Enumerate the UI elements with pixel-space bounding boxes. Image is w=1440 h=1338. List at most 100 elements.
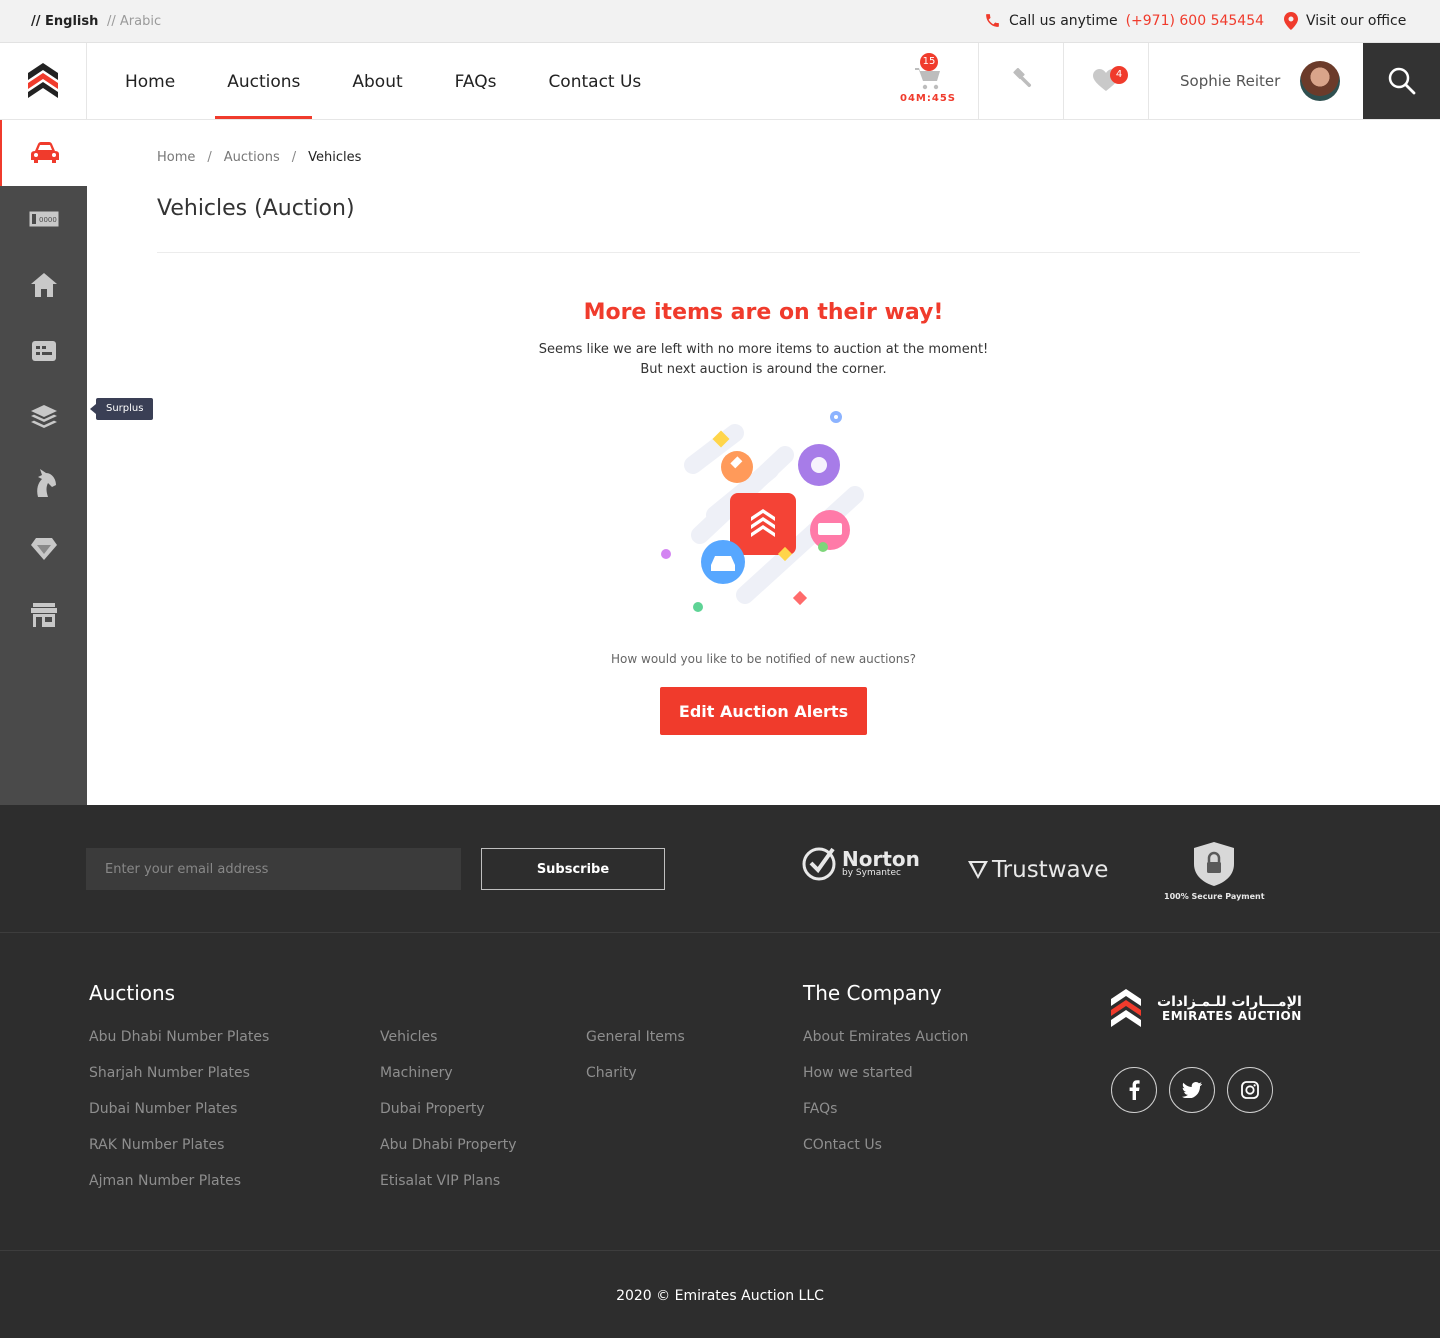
car-icon <box>30 142 59 163</box>
sidebar-item-vip-plans[interactable] <box>0 318 87 384</box>
breadcrumb-separator: / <box>291 150 297 165</box>
norton-name: Norton <box>842 846 920 871</box>
sidebar-item-surplus[interactable] <box>0 384 87 450</box>
breadcrumb-current: Vehicles <box>308 150 362 165</box>
store-icon <box>30 603 57 627</box>
shield-lock-icon <box>1194 842 1235 886</box>
footer-company-heading: The Company <box>803 981 942 1005</box>
svg-text:0000: 0000 <box>39 216 57 224</box>
footer-auctions-column: General Items Charity <box>586 1027 685 1099</box>
lang-arabic-link[interactable]: // Arabic <box>107 14 161 29</box>
footer-link[interactable]: Ajman Number Plates <box>89 1171 269 1207</box>
cart-timer: 04M:45S <box>900 92 956 104</box>
location-pin-icon <box>1284 12 1298 30</box>
breadcrumb-home[interactable]: Home <box>157 150 195 165</box>
vip-plans-icon <box>31 341 56 361</box>
favorites-button[interactable]: 4 <box>1063 43 1148 119</box>
search-icon <box>1388 67 1415 95</box>
facebook-icon <box>1129 1080 1140 1100</box>
nav-about[interactable]: About <box>352 43 402 119</box>
subscribe-button[interactable]: Subscribe <box>481 848 665 890</box>
sidebar-item-number-plates[interactable]: 0000 <box>0 186 87 252</box>
sidebar-item-jewelry[interactable] <box>0 516 87 582</box>
call-label: Call us anytime <box>1009 12 1118 29</box>
empty-state-text: Seems like we are left with no more item… <box>538 342 989 357</box>
sidebar-item-horses[interactable] <box>0 450 87 516</box>
secure-payment-label: 100% Secure Payment <box>1164 892 1265 901</box>
footer-link[interactable]: Machinery <box>380 1063 517 1099</box>
title-divider <box>157 252 1360 253</box>
visit-label: Visit our office <box>1306 13 1407 29</box>
nav-contact-us[interactable]: Contact Us <box>548 43 641 119</box>
main-header: Home Auctions About FAQs Contact Us 15 0… <box>0 43 1440 120</box>
footer-link[interactable]: FAQs <box>803 1099 968 1135</box>
call-number[interactable]: (+971) 600 545454 <box>1126 13 1264 29</box>
nav-faqs[interactable]: FAQs <box>455 43 497 119</box>
instagram-icon <box>1241 1081 1259 1099</box>
footer-link[interactable]: Abu Dhabi Property <box>380 1135 517 1171</box>
footer-link[interactable]: About Emirates Auction <box>803 1027 968 1063</box>
footer-link[interactable]: RAK Number Plates <box>89 1135 269 1171</box>
nav-home[interactable]: Home <box>125 43 175 119</box>
footer-link[interactable]: Abu Dhabi Number Plates <box>89 1027 269 1063</box>
footer-auctions-column: Vehicles Machinery Dubai Property Abu Dh… <box>380 1027 517 1207</box>
emirates-auction-logo-icon <box>1111 989 1141 1027</box>
empty-state-title: More items are on their way! <box>583 300 944 325</box>
footer-link[interactable]: Sharjah Number Plates <box>89 1063 269 1099</box>
footer-divider <box>0 1250 1440 1251</box>
facebook-link[interactable] <box>1111 1067 1157 1113</box>
edit-auction-alerts-button[interactable]: Edit Auction Alerts <box>660 687 867 735</box>
breadcrumb-auctions[interactable]: Auctions <box>224 150 280 165</box>
footer-company-column: About Emirates Auction How we started FA… <box>803 1027 968 1171</box>
emirates-auction-logo-icon <box>28 63 58 98</box>
empty-state-illustration <box>661 411 864 612</box>
search-button[interactable] <box>1363 43 1440 119</box>
footer-brand-logo[interactable]: الإمـــارات للـمـزادات EMIRATES AUCTION <box>1111 989 1302 1029</box>
avatar <box>1300 61 1341 101</box>
footer-link[interactable]: Dubai Number Plates <box>89 1099 269 1135</box>
diamond-icon <box>30 538 57 560</box>
gavel-icon <box>1013 68 1032 88</box>
phone-icon <box>986 14 999 27</box>
top-bar: // English // Arabic Call us anytime (+9… <box>0 0 1440 43</box>
call-us[interactable]: Call us anytime (+971) 600 545454 <box>984 12 1264 29</box>
twitter-icon <box>1182 1082 1202 1098</box>
favorites-count-badge: 4 <box>1110 66 1128 84</box>
footer-link[interactable]: COntact Us <box>803 1135 968 1171</box>
nav-auctions[interactable]: Auctions <box>215 43 313 119</box>
footer-link[interactable]: Etisalat VIP Plans <box>380 1171 517 1207</box>
trustwave-name: Trustwave <box>992 857 1109 883</box>
empty-state-text: But next auction is around the corner. <box>640 362 887 377</box>
footer-link[interactable]: Vehicles <box>380 1027 517 1063</box>
notify-question: How would you like to be notified of new… <box>611 652 916 666</box>
footer: Subscribe Norton by Symantec Trustwave 1… <box>0 805 1440 1338</box>
footer-link[interactable]: Dubai Property <box>380 1099 517 1135</box>
user-menu[interactable]: Sophie Reiter <box>1148 43 1363 119</box>
sidebar-tooltip: Surplus <box>89 398 154 420</box>
breadcrumb: Home / Auctions / Vehicles <box>157 150 361 165</box>
breadcrumb-separator: / <box>207 150 212 165</box>
footer-link[interactable]: General Items <box>586 1027 685 1063</box>
brand-arabic: الإمـــارات للـمـزادات <box>1157 993 1302 1010</box>
lang-english-link[interactable]: // English <box>31 14 98 29</box>
my-bids-button[interactable] <box>978 43 1063 119</box>
main-nav: Home Auctions About FAQs Contact Us <box>125 43 693 119</box>
secure-payment-badge: 100% Secure Payment <box>1164 842 1265 901</box>
visit-office-link[interactable]: Visit our office <box>1284 12 1406 30</box>
newsletter-email-input[interactable] <box>86 848 461 890</box>
sidebar-item-property[interactable] <box>0 252 87 318</box>
horse-icon <box>36 469 56 497</box>
copyright: 2020 © Emirates Auction LLC <box>616 1288 824 1304</box>
user-name: Sophie Reiter <box>1180 72 1281 90</box>
norton-check-icon <box>802 847 836 881</box>
sidebar-item-general-items[interactable] <box>0 582 87 648</box>
cart-button[interactable]: 15 04M:45S <box>878 43 978 119</box>
footer-link[interactable]: Charity <box>586 1063 685 1099</box>
logo-link[interactable] <box>0 43 87 119</box>
twitter-link[interactable] <box>1169 1067 1215 1113</box>
footer-link[interactable]: How we started <box>803 1063 968 1099</box>
sidebar-item-vehicles[interactable] <box>0 120 87 186</box>
instagram-link[interactable] <box>1227 1067 1273 1113</box>
category-sidebar: 0000 <box>0 120 87 805</box>
footer-auctions-heading: Auctions <box>89 981 176 1005</box>
